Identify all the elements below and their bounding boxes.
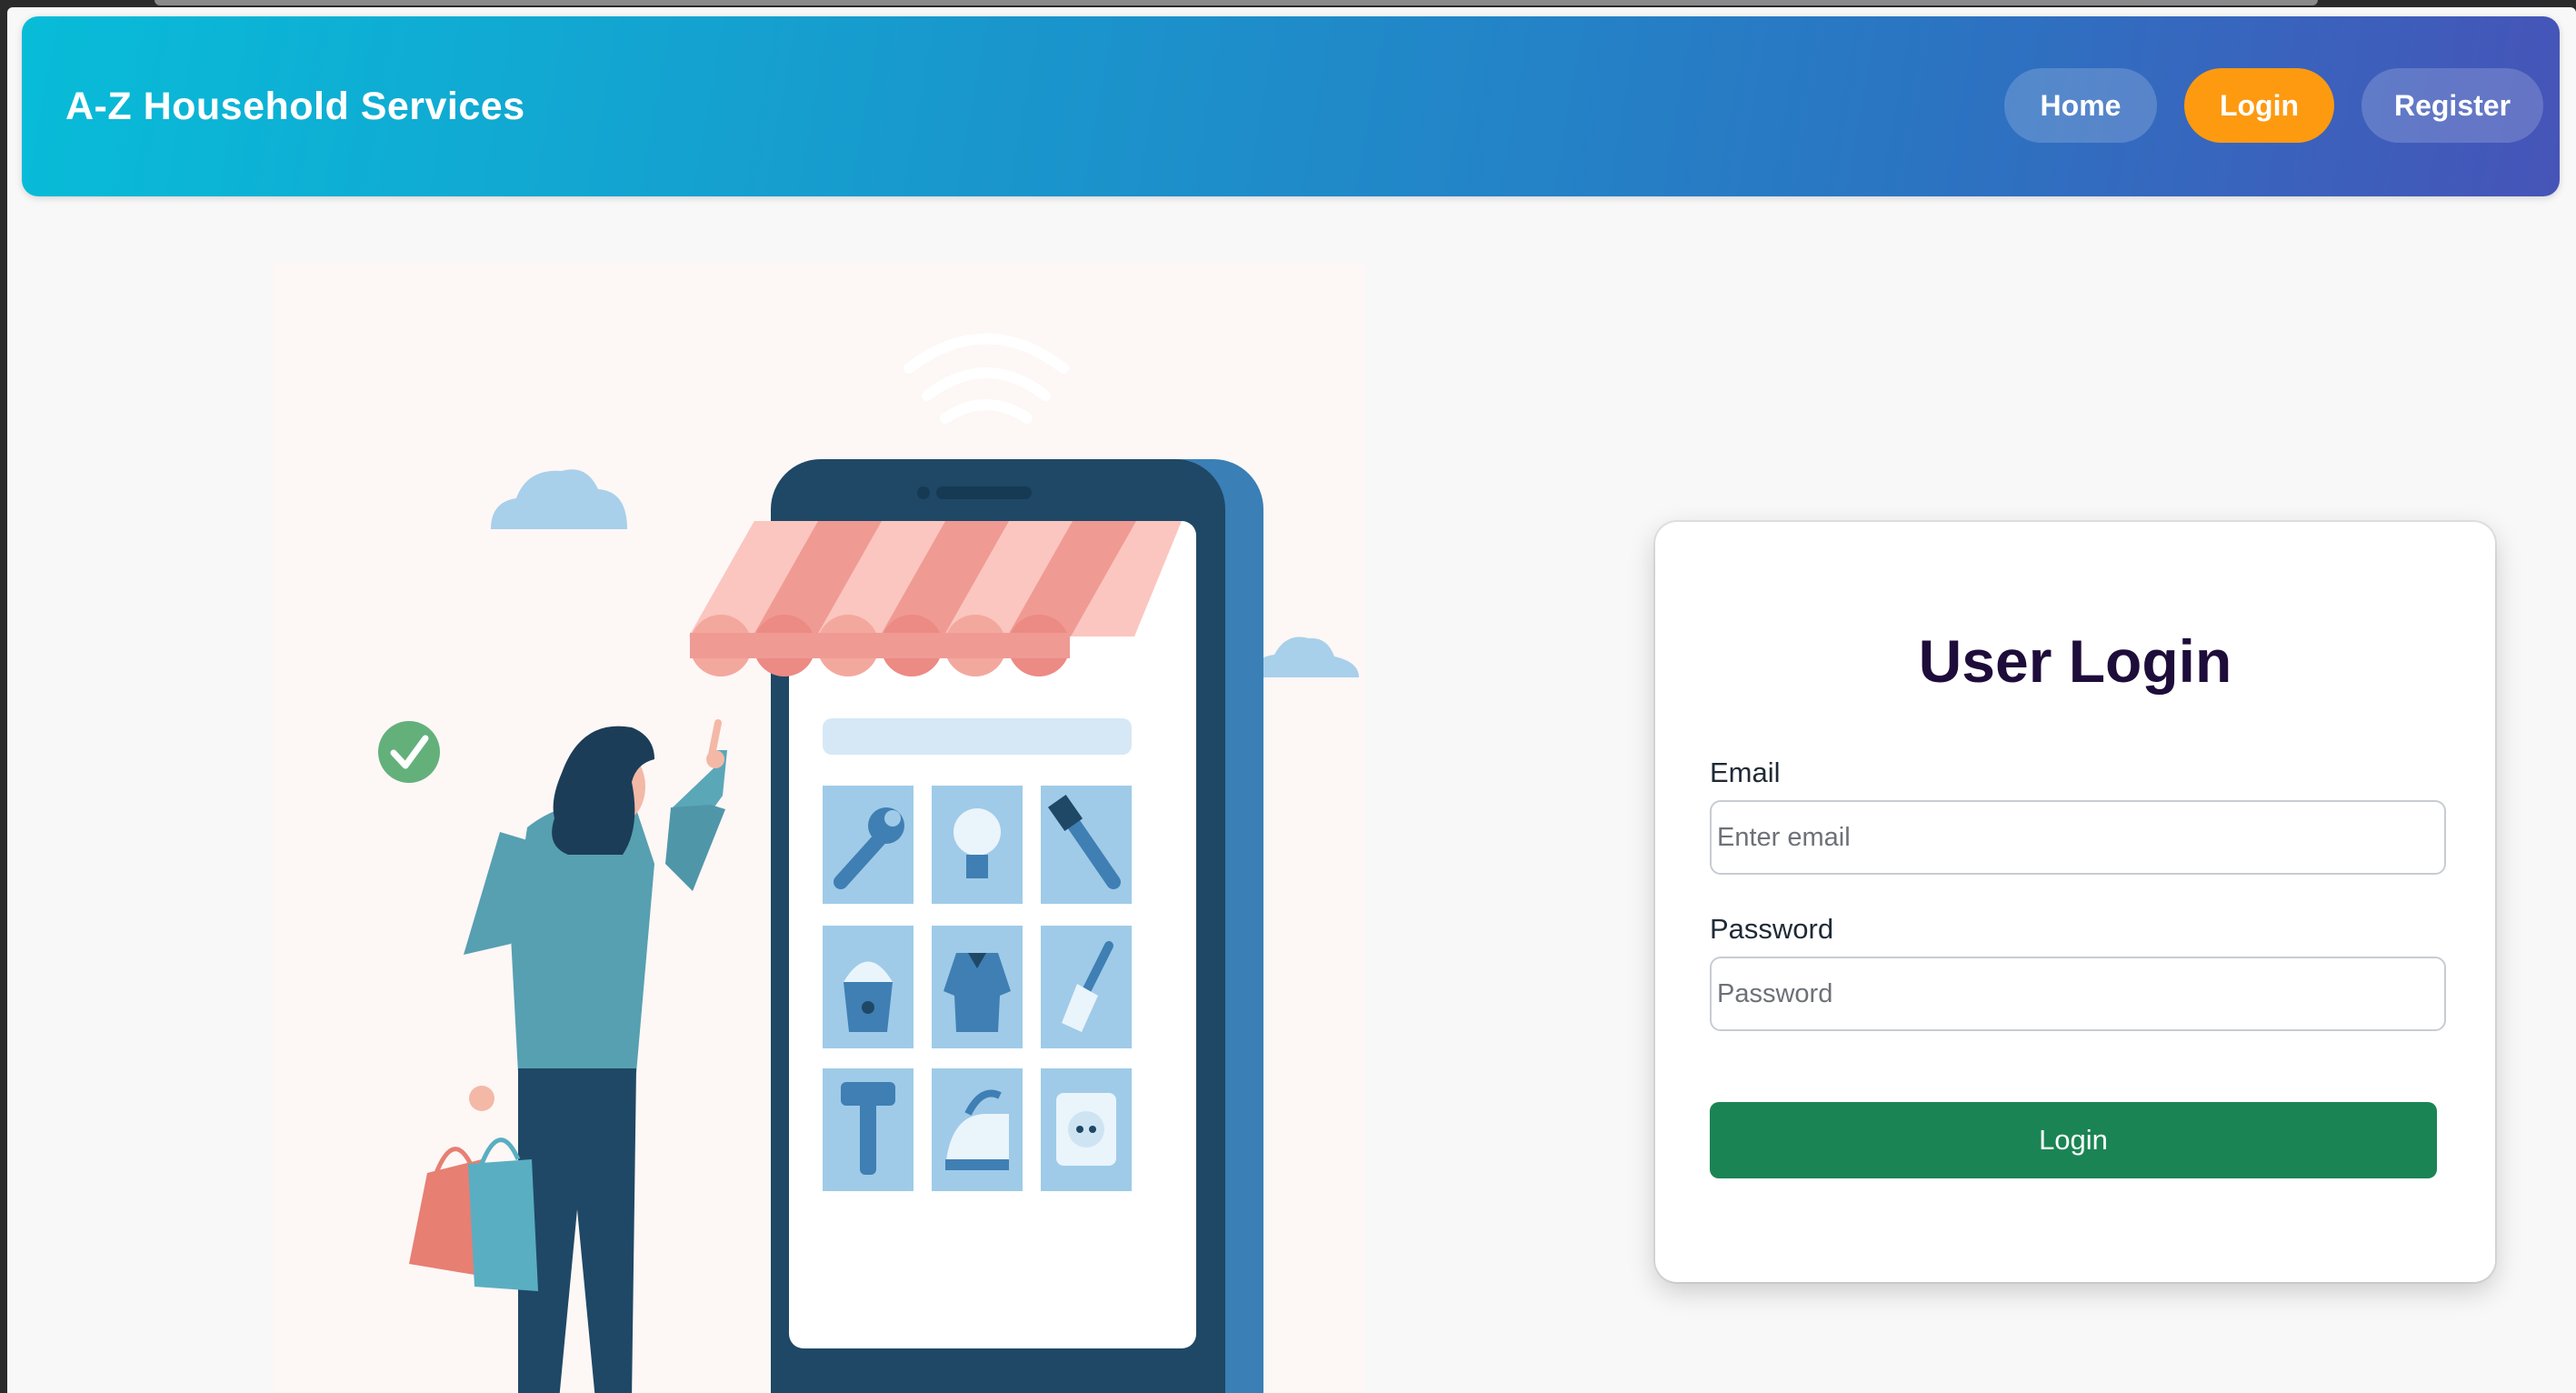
navbar: A-Z Household Services Home Login Regist… bbox=[22, 16, 2560, 196]
brand-title[interactable]: A-Z Household Services bbox=[65, 16, 525, 196]
nav-register-button[interactable]: Register bbox=[2361, 68, 2543, 143]
page: A-Z Household Services Home Login Regist… bbox=[7, 7, 2576, 1393]
browser-top-strip bbox=[155, 0, 2318, 5]
search-bar bbox=[823, 718, 1132, 755]
shopping-illustration bbox=[273, 264, 1363, 1393]
wrench-icon bbox=[823, 786, 914, 904]
nav-login-button[interactable]: Login bbox=[2184, 68, 2334, 143]
email-field[interactable] bbox=[1710, 800, 2446, 875]
nav-home-button[interactable]: Home bbox=[2004, 68, 2157, 143]
hammer-icon bbox=[823, 1068, 914, 1191]
iron-icon bbox=[932, 1068, 1023, 1191]
login-submit-button[interactable]: Login bbox=[1710, 1102, 2437, 1178]
broom-icon bbox=[1041, 926, 1132, 1048]
screwdriver-icon bbox=[1041, 786, 1132, 904]
login-card: User Login Email Password Login bbox=[1655, 522, 2495, 1282]
service-grid bbox=[823, 786, 1132, 1191]
password-label: Password bbox=[1710, 913, 1834, 945]
email-label: Email bbox=[1710, 757, 1781, 788]
login-title: User Login bbox=[1918, 627, 2232, 695]
shirt-icon bbox=[932, 926, 1023, 1048]
power-socket-icon bbox=[1041, 1068, 1132, 1191]
lightbulb-icon bbox=[932, 786, 1023, 904]
checkmark-icon bbox=[378, 721, 440, 783]
bucket-icon bbox=[823, 926, 914, 1048]
password-field[interactable] bbox=[1710, 957, 2446, 1031]
